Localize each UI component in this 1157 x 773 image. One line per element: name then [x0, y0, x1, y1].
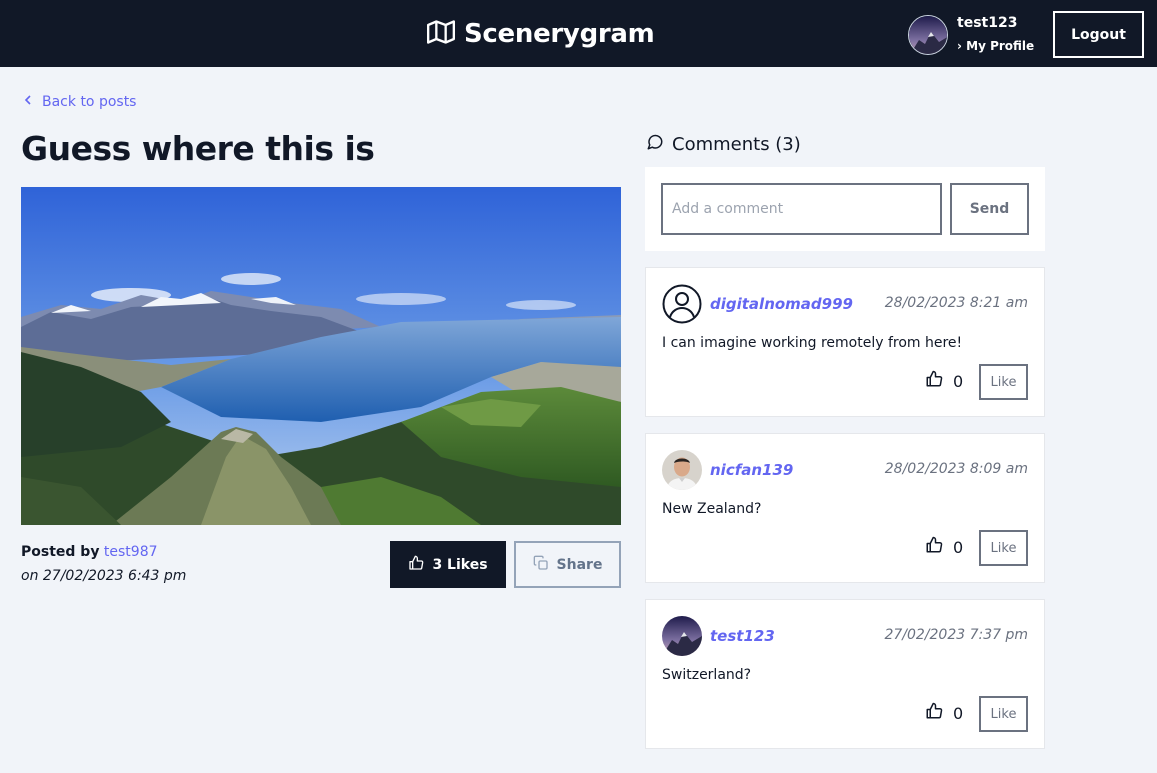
comments-heading-text: Comments (3) [672, 134, 801, 155]
posted-by: Posted by test987 [21, 544, 158, 560]
logout-button[interactable]: Logout [1053, 11, 1144, 58]
thumbs-up-icon [925, 702, 943, 724]
comment-author-link[interactable]: digitalnomad999 [710, 295, 853, 313]
comment-like-button[interactable]: Like [979, 696, 1028, 732]
thumbs-up-icon [408, 555, 424, 575]
app-name: Scenerygram [464, 19, 655, 49]
back-link-label: Back to posts [42, 94, 137, 110]
comment-like-button[interactable]: Like [979, 530, 1028, 566]
header-username: test123 [957, 15, 1018, 31]
copy-icon [533, 555, 549, 575]
comment-input[interactable] [661, 183, 942, 235]
share-button[interactable]: Share [514, 541, 621, 588]
comment-card: test123 27/02/2023 7:37 pm Switzerland? … [645, 599, 1045, 749]
speech-bubble-icon [646, 133, 664, 156]
send-button[interactable]: Send [950, 183, 1029, 235]
commenter-avatar [662, 450, 702, 490]
post-likes-label: 3 Likes [432, 556, 488, 573]
user-avatar[interactable] [908, 15, 948, 55]
comment-date: 28/02/2023 8:09 am [884, 461, 1028, 477]
comment-card: nicfan139 28/02/2023 8:09 am New Zealand… [645, 433, 1045, 583]
my-profile-link[interactable]: › My Profile [957, 39, 1034, 53]
post-image [21, 187, 621, 525]
comment-text: Switzerland? [662, 667, 752, 683]
comment-author-link[interactable]: test123 [710, 627, 775, 645]
comment-date: 27/02/2023 7:37 pm [884, 627, 1028, 643]
comment-text: New Zealand? [662, 501, 762, 517]
thumbs-up-icon [925, 536, 943, 558]
commenter-avatar [662, 616, 702, 656]
comment-author-link[interactable]: nicfan139 [710, 461, 793, 479]
thumbs-up-icon [925, 370, 943, 392]
map-icon [426, 18, 456, 50]
default-user-icon [662, 284, 702, 324]
post-author-link[interactable]: test987 [104, 544, 158, 560]
post-title: Guess where this is [21, 129, 375, 168]
comment-like-count: 0 [953, 537, 964, 557]
comment-likes: 0 [925, 536, 963, 558]
comment-like-count: 0 [953, 371, 964, 391]
comment-form: Send [645, 167, 1045, 251]
comment-text: I can imagine working remotely from here… [662, 335, 963, 351]
posted-by-label: Posted by [21, 544, 100, 560]
comment-card: digitalnomad999 28/02/2023 8:21 am I can… [645, 267, 1045, 417]
back-to-posts-link[interactable]: Back to posts [24, 94, 136, 110]
comment-date: 28/02/2023 8:21 am [884, 295, 1028, 311]
comment-like-count: 0 [953, 703, 964, 723]
brand-logo[interactable]: Scenerygram [426, 17, 655, 51]
share-label: Share [556, 556, 603, 573]
comment-like-button[interactable]: Like [979, 364, 1028, 400]
comments-heading: Comments (3) [646, 133, 801, 156]
comment-likes: 0 [925, 370, 963, 392]
post-date: on 27/02/2023 6:43 pm [21, 568, 187, 584]
post-likes-button[interactable]: 3 Likes [390, 541, 506, 588]
top-navbar: Scenerygram test123 › My Profile Logout [0, 0, 1157, 67]
chevron-left-icon [24, 94, 32, 110]
comment-likes: 0 [925, 702, 963, 724]
